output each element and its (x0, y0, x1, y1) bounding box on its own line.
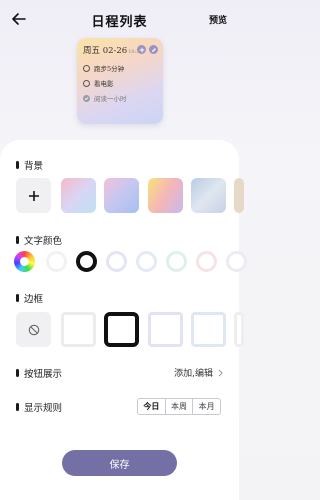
add-icon (137, 45, 146, 54)
text-color-option[interactable] (106, 251, 127, 272)
display-rule-segmented-control: 今日 本周 本月 (137, 398, 221, 415)
border-option[interactable] (234, 312, 244, 347)
section-title: 文字颜色 (24, 236, 63, 247)
section-display-rule: 显示规则 (16, 400, 62, 414)
top-bar: 日程列表 预览 (0, 0, 239, 40)
background-swatch[interactable] (61, 178, 96, 213)
widget-task-item: 跑步5分钟 (83, 63, 124, 73)
widget-preview: 周五 02-2610:32 跑步5分钟 看电影 阅读一小时 (77, 38, 163, 124)
section-marker (16, 236, 19, 244)
text-color-option-selected[interactable] (76, 251, 97, 272)
prohibited-icon (28, 324, 39, 335)
chevron-right-icon (218, 368, 223, 377)
no-border-button[interactable] (16, 312, 51, 347)
widget-date: 周五 02-2610:32 (83, 44, 143, 56)
background-swatch[interactable] (234, 178, 244, 213)
color-picker-wheel-icon[interactable] (14, 251, 35, 272)
section-marker (16, 403, 19, 411)
text-color-option[interactable] (136, 251, 157, 272)
section-marker (16, 161, 19, 169)
text-color-option[interactable] (46, 251, 67, 272)
segment-this-week[interactable]: 本周 (164, 399, 193, 414)
task-text: 看电影 (94, 80, 114, 88)
section-title: 边框 (24, 294, 44, 305)
task-text: 跑步5分钟 (94, 65, 125, 73)
border-option[interactable] (61, 312, 96, 347)
text-color-option[interactable] (226, 251, 247, 272)
button-display-selector[interactable]: 添加,编辑 (174, 366, 223, 379)
section-border: 边框 (16, 291, 43, 305)
checkbox-icon (83, 64, 90, 72)
task-text: 阅读一小时 (94, 95, 127, 103)
border-option[interactable] (148, 312, 183, 347)
section-title: 按钮展示 (24, 369, 63, 380)
text-color-option[interactable] (196, 251, 217, 272)
section-title: 显示规则 (24, 403, 63, 414)
widget-task-item: 阅读一小时 (83, 93, 127, 103)
background-swatch[interactable] (104, 178, 139, 213)
widget-date-text: 周五 02-26 (83, 46, 128, 56)
border-option[interactable] (191, 312, 226, 347)
section-title: 背景 (24, 161, 44, 172)
section-background: 背景 (16, 158, 43, 172)
widget-task-item: 看电影 (83, 78, 114, 88)
background-swatch[interactable] (191, 178, 226, 213)
text-color-option[interactable] (166, 251, 187, 272)
plus-icon (28, 190, 39, 201)
save-button[interactable]: 保存 (62, 450, 177, 476)
segment-this-month[interactable]: 本月 (192, 399, 220, 414)
edit-icon (149, 45, 158, 54)
section-text-color: 文字颜色 (16, 233, 62, 247)
segment-today[interactable]: 今日 (138, 399, 165, 414)
border-option-selected[interactable] (104, 312, 139, 347)
section-button-display: 按钮展示 (16, 366, 62, 380)
page-title: 日程列表 (91, 15, 148, 30)
preview-button[interactable]: 预览 (209, 13, 227, 26)
section-marker (16, 294, 19, 302)
section-marker (16, 369, 19, 377)
add-background-button[interactable] (16, 178, 51, 213)
background-swatch[interactable] (148, 178, 183, 213)
checked-checkbox-icon (83, 94, 90, 102)
checkbox-icon (83, 79, 90, 87)
button-display-value: 添加,编辑 (174, 369, 213, 379)
